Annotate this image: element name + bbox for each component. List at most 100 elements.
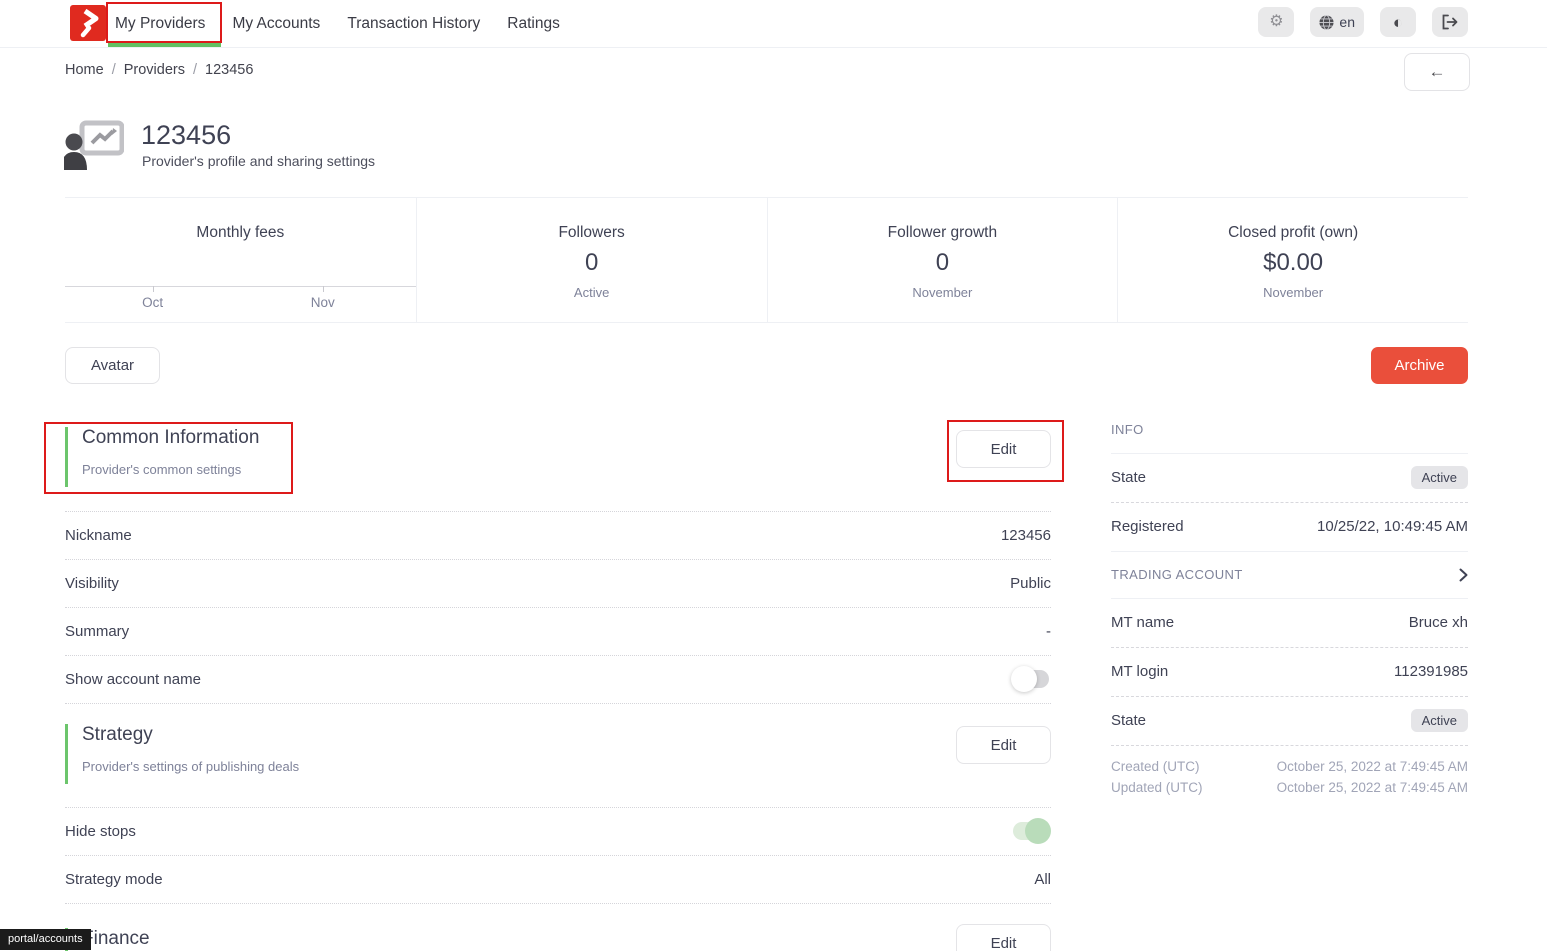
- stat-caption: Active: [417, 285, 767, 300]
- info-row-registered: Registered 10/25/22, 10:49:45 AM: [1111, 502, 1468, 552]
- row-nickname: Nickname 123456: [65, 511, 1051, 560]
- breadcrumb-providers[interactable]: Providers: [124, 62, 185, 78]
- stat-title: Closed profit (own): [1118, 224, 1468, 242]
- info-label: State: [1111, 469, 1146, 486]
- stat-value: $0.00: [1118, 249, 1468, 277]
- info-label: MT login: [1111, 663, 1168, 680]
- row-value: -: [1046, 623, 1051, 640]
- edit-finance-button[interactable]: Edit: [956, 924, 1051, 951]
- breadcrumb-home[interactable]: Home: [65, 62, 104, 78]
- gear-icon: ⚙: [1269, 14, 1283, 30]
- breadcrumb: Home / Providers / 123456: [65, 62, 253, 78]
- section-subtitle: Provider's common settings: [82, 462, 259, 477]
- fees-chart-axis: [65, 286, 416, 287]
- breadcrumb-current: 123456: [205, 62, 253, 78]
- row-label: Visibility: [65, 575, 119, 592]
- row-show-account-name: Show account name: [65, 655, 1051, 704]
- row-value: All: [1034, 871, 1051, 888]
- theme-toggle-button[interactable]: ◐: [1380, 7, 1416, 37]
- section-title: Strategy: [82, 724, 299, 746]
- language-button[interactable]: en: [1310, 7, 1364, 37]
- fees-chart-tick: [153, 286, 154, 292]
- active-nav-indicator: [108, 43, 221, 47]
- stat-caption: November: [1118, 285, 1468, 300]
- page-title: 123456: [141, 120, 231, 151]
- info-value: Bruce xh: [1409, 614, 1468, 631]
- show-account-name-toggle[interactable]: [1011, 666, 1051, 692]
- stat-closed-profit: Closed profit (own) $0.00 November: [1117, 198, 1468, 322]
- row-value: Public: [1010, 575, 1051, 592]
- settings-button[interactable]: ⚙: [1258, 7, 1294, 37]
- row-label: Strategy mode: [65, 871, 163, 888]
- nav-item-my-accounts[interactable]: My Accounts: [232, 15, 320, 33]
- info-row-created: Created (UTC) October 25, 2022 at 7:49:4…: [1111, 759, 1468, 774]
- info-label: Registered: [1111, 518, 1184, 535]
- stat-title: Monthly fees: [65, 224, 416, 242]
- page-subtitle: Provider's profile and sharing settings: [142, 153, 375, 169]
- archive-button[interactable]: Archive: [1371, 347, 1468, 384]
- back-arrow-icon: ←: [1429, 62, 1446, 82]
- globe-icon: [1319, 15, 1334, 30]
- avatar-button[interactable]: Avatar: [65, 347, 160, 384]
- section-subtitle: Provider's settings of publishing deals: [82, 759, 299, 774]
- info-row-mt-name: MT name Bruce xh: [1111, 598, 1468, 648]
- logout-button[interactable]: [1432, 7, 1468, 37]
- app-logo-icon: [70, 5, 106, 41]
- topbar-actions: ⚙ en ◐: [1258, 7, 1468, 37]
- row-label: Show account name: [65, 671, 201, 688]
- row-label: Summary: [65, 623, 129, 640]
- row-summary: Summary -: [65, 607, 1051, 656]
- stat-caption: November: [768, 285, 1118, 300]
- edit-common-information-button[interactable]: Edit: [956, 430, 1051, 468]
- info-label: Updated (UTC): [1111, 780, 1203, 795]
- main-nav: My Providers My Accounts Transaction His…: [115, 0, 560, 47]
- info-row-updated: Updated (UTC) October 25, 2022 at 7:49:4…: [1111, 780, 1468, 795]
- info-row-mt-login: MT login 112391985: [1111, 647, 1468, 697]
- row-value: 123456: [1001, 527, 1051, 544]
- nav-item-transaction-history[interactable]: Transaction History: [347, 15, 480, 33]
- trading-account-label: TRADING ACCOUNT: [1111, 567, 1243, 582]
- row-hide-stops: Hide stops: [65, 807, 1051, 856]
- chevron-right-icon: [1459, 568, 1468, 582]
- breadcrumb-separator: /: [193, 62, 197, 78]
- back-button[interactable]: ←: [1404, 53, 1470, 91]
- stat-title: Follower growth: [768, 224, 1118, 242]
- stat-value: 0: [768, 249, 1118, 277]
- toggle-knob: [1025, 818, 1051, 844]
- row-strategy-mode: Strategy mode All: [65, 855, 1051, 904]
- fees-chart-tick-label: Oct: [142, 295, 163, 310]
- nav-item-my-providers[interactable]: My Providers: [115, 15, 205, 33]
- logout-icon: [1441, 14, 1459, 30]
- info-label: MT name: [1111, 614, 1174, 631]
- trading-account-header[interactable]: TRADING ACCOUNT: [1111, 551, 1468, 599]
- app-logo[interactable]: [70, 5, 106, 41]
- fees-chart-tick: [323, 286, 324, 292]
- edit-strategy-button[interactable]: Edit: [956, 726, 1051, 764]
- info-value: 10/25/22, 10:49:45 AM: [1317, 518, 1468, 535]
- provider-avatar-icon: [64, 120, 124, 175]
- contrast-icon: ◐: [1393, 14, 1403, 31]
- nav-item-ratings[interactable]: Ratings: [507, 15, 560, 33]
- section-title: Common Information: [82, 427, 259, 449]
- language-code: en: [1339, 14, 1355, 30]
- info-title-divider: [1111, 404, 1468, 454]
- info-row-account-state: State Active: [1111, 696, 1468, 746]
- strategy-section-header: Strategy Provider's settings of publishi…: [65, 724, 299, 784]
- toggle-knob: [1011, 666, 1037, 692]
- breadcrumb-separator: /: [112, 62, 116, 78]
- stats-strip: Monthly fees Oct Nov Followers 0 Active …: [65, 197, 1468, 323]
- provider-profile-page: My Providers My Accounts Transaction His…: [0, 0, 1547, 951]
- status-badge: Active: [1411, 709, 1468, 732]
- info-label: Created (UTC): [1111, 759, 1200, 774]
- info-value: 112391985: [1394, 663, 1468, 680]
- common-information-section-header: Common Information Provider's common set…: [65, 427, 259, 487]
- stat-monthly-fees: Monthly fees Oct Nov: [65, 198, 416, 322]
- stat-value: 0: [417, 249, 767, 277]
- info-value: October 25, 2022 at 7:49:45 AM: [1277, 780, 1468, 795]
- stat-follower-growth: Follower growth 0 November: [767, 198, 1118, 322]
- info-label: State: [1111, 712, 1146, 729]
- info-value: October 25, 2022 at 7:49:45 AM: [1277, 759, 1468, 774]
- stat-followers: Followers 0 Active: [416, 198, 767, 322]
- hide-stops-toggle[interactable]: [1011, 818, 1051, 844]
- row-label: Nickname: [65, 527, 132, 544]
